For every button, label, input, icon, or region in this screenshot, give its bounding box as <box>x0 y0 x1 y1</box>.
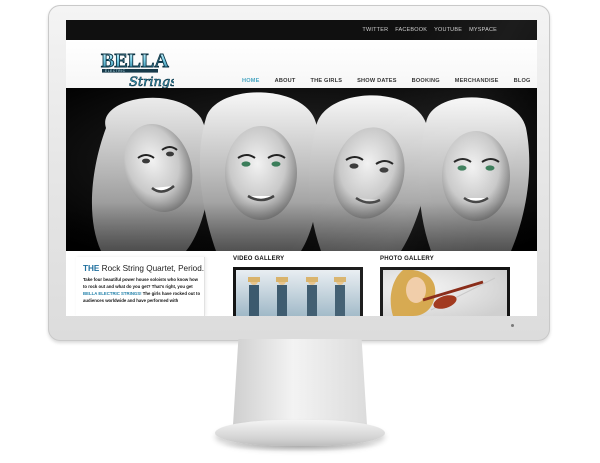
photo-gallery-thumbnail[interactable] <box>380 267 510 316</box>
social-link-youtube[interactable]: YOUTUBE <box>434 27 462 33</box>
stage: TWITTER FACEBOOK YOUTUBE MYSPACE BELLA E… <box>0 0 600 463</box>
nav-item-show-dates[interactable]: SHOW DATES <box>357 78 397 84</box>
content-area: THE Rock String Quartet, Period. Take fo… <box>66 251 537 316</box>
site-logo[interactable]: BELLA ELECTRIC Strings <box>99 47 174 89</box>
logo-sub-text: ELECTRIC <box>105 69 126 73</box>
monitor-stand-base <box>215 420 385 446</box>
intro-body-brand[interactable]: BELLA ELECTRIC STRINGS! <box>83 291 142 296</box>
intro-panel: THE Rock String Quartet, Period. Take fo… <box>76 257 205 316</box>
main-nav: HOME ABOUT THE GIRLS SHOW DATES BOOKING … <box>242 78 537 84</box>
monitor-stand-neck <box>233 339 367 425</box>
hero-banner <box>66 88 537 251</box>
social-bar: TWITTER FACEBOOK YOUTUBE MYSPACE <box>66 20 537 40</box>
nav-item-booking[interactable]: BOOKING <box>412 78 440 84</box>
photo-thumbnail-image <box>383 269 507 316</box>
nav-item-home[interactable]: HOME <box>242 78 260 84</box>
tagline-highlight: THE <box>83 264 100 273</box>
social-link-twitter[interactable]: TWITTER <box>362 27 388 33</box>
hero-photo <box>66 88 537 251</box>
social-link-facebook[interactable]: FACEBOOK <box>395 27 427 33</box>
nav-item-blog[interactable]: BLOG <box>514 78 531 84</box>
power-indicator-icon <box>511 324 514 327</box>
nav-item-the-girls[interactable]: THE GIRLS <box>310 78 342 84</box>
intro-tagline: THE Rock String Quartet, Period. <box>83 264 204 273</box>
nav-item-about[interactable]: ABOUT <box>275 78 296 84</box>
video-gallery-title: VIDEO GALLERY <box>233 256 285 262</box>
photo-gallery-title: PHOTO GALLERY <box>380 256 434 262</box>
logo-script-text: Strings <box>129 75 174 89</box>
video-gallery-thumbnail[interactable] <box>233 267 363 316</box>
social-link-myspace[interactable]: MYSPACE <box>469 27 497 33</box>
nav-item-merchandise[interactable]: MERCHANDISE <box>455 78 499 84</box>
screen: TWITTER FACEBOOK YOUTUBE MYSPACE BELLA E… <box>66 20 537 316</box>
intro-body-part-1: Take four beautiful power house soloists… <box>83 277 198 289</box>
intro-body: Take four beautiful power house soloists… <box>83 277 203 305</box>
video-thumbnail-image <box>236 270 360 316</box>
tagline-rest: Rock String Quartet, Period. <box>99 264 205 273</box>
